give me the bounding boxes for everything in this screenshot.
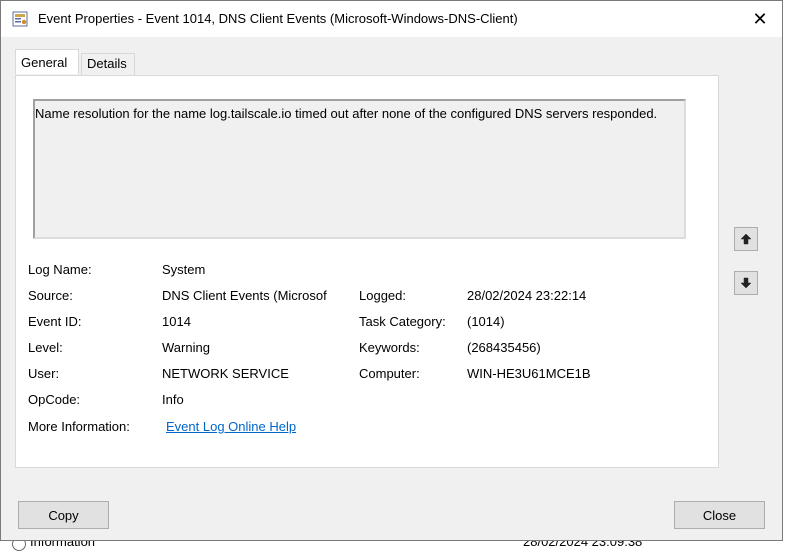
tab-details[interactable]: Details <box>81 53 135 75</box>
background-level: Information <box>30 541 96 549</box>
source-value: DNS Client Events (Microsof <box>162 288 327 303</box>
opcode-value: Info <box>162 392 184 407</box>
user-label: User: <box>28 366 60 381</box>
close-button[interactable]: Close <box>674 501 765 529</box>
source-label: Source: <box>28 288 73 303</box>
task-category-value: (1014) <box>467 314 505 329</box>
window-title: Event Properties - Event 1014, DNS Clien… <box>38 11 518 26</box>
logged-value: 28/02/2024 23:22:14 <box>467 288 587 303</box>
event-viewer-icon <box>12 11 28 27</box>
information-icon <box>12 541 26 551</box>
close-button-label: Close <box>702 507 737 523</box>
event-id-value: 1014 <box>162 314 191 329</box>
level-label: Level: <box>28 340 63 355</box>
general-panel: Name resolution for the name log.tailsca… <box>15 75 719 468</box>
level-value: Warning <box>162 340 210 355</box>
title-bar[interactable]: Event Properties - Event 1014, DNS Clien… <box>1 1 782 37</box>
tab-general[interactable]: General <box>15 49 79 74</box>
background-event-row: Information 28/02/2024 23:09:38 <box>0 541 789 559</box>
arrow-down-icon <box>740 277 752 289</box>
event-description[interactable]: Name resolution for the name log.tailsca… <box>33 99 686 239</box>
close-icon: ✕ <box>752 8 768 29</box>
log-name-value: System <box>162 262 206 277</box>
computer-label: Computer: <box>359 366 420 381</box>
event-id-label: Event ID: <box>28 314 82 329</box>
task-category-label: Task Category: <box>359 314 446 329</box>
user-value: NETWORK SERVICE <box>162 366 289 381</box>
keywords-value: (268435456) <box>467 340 541 355</box>
previous-event-button[interactable] <box>734 227 758 251</box>
arrow-up-icon <box>740 233 752 245</box>
background-date: 28/02/2024 23:09:38 <box>523 541 643 549</box>
more-information-label: More Information: <box>28 419 130 434</box>
event-properties-dialog: Event Properties - Event 1014, DNS Clien… <box>0 0 783 541</box>
next-event-button[interactable] <box>734 271 758 295</box>
logged-label: Logged: <box>359 288 406 303</box>
copy-button[interactable]: Copy <box>18 501 109 529</box>
close-window-button[interactable]: ✕ <box>738 1 782 37</box>
opcode-label: OpCode: <box>28 392 81 407</box>
computer-value: WIN-HE3U61MCE1B <box>467 366 591 381</box>
description-text: Name resolution for the name log.tailsca… <box>35 106 658 121</box>
event-log-online-help-link[interactable]: Event Log Online Help <box>166 419 296 434</box>
keywords-label: Keywords: <box>359 340 420 355</box>
copy-button-label: Copy <box>48 507 79 523</box>
log-name-label: Log Name: <box>28 262 92 277</box>
